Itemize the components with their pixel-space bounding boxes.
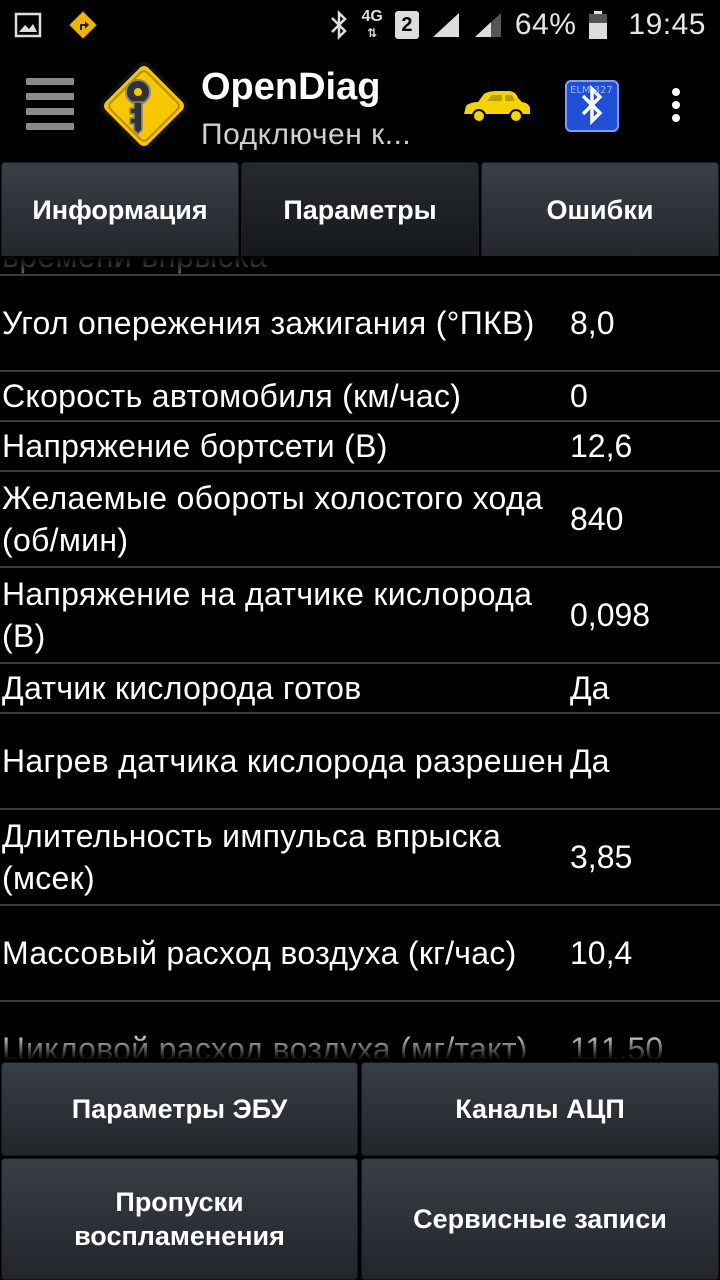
connection-status: Подключен к... [201,118,412,151]
battery-percent: 64% [514,8,577,41]
parameter-label: Напряжение бортсети (В) [2,428,388,464]
app-title: OpenDiag [201,66,381,108]
parameter-value: 840 [570,501,624,537]
parameter-value: 0 [570,378,588,414]
sim-number-label: 2 [401,13,413,36]
parameter-label: Угол опережения зажигания (°ПКВ) [2,305,535,341]
tab-label: Информация [32,194,208,225]
list-item[interactable]: Длительность импульса впрыска (мсек) 3,8… [0,810,720,906]
parameter-value: 8,0 [570,305,615,341]
tab-label: Параметры [283,194,437,225]
bluetooth-elm327-icon[interactable]: ELM 327 [565,80,619,132]
list-item[interactable]: Датчик кислорода готов Да [0,664,720,714]
tab-info[interactable]: Информация [1,162,239,258]
ecu-parameters-button[interactable]: Параметры ЭБУ [1,1062,358,1156]
parameter-value: 111,50 [570,1031,664,1060]
list-item[interactable]: Напряжение бортсети (В) 12,6 [0,422,720,472]
parameter-label: Напряжение на датчике кислорода (В) [2,576,533,654]
bluetooth-icon [328,10,350,40]
parameter-label: Длительность импульса впрыска (мсек) [2,818,502,896]
action-bar: OpenDiag Подключен к... ELM 327 [0,50,720,160]
tab-parameters[interactable]: Параметры [241,162,479,258]
button-label: Сервисные записи [413,1204,667,1234]
button-label: Пропуски воспламенения [74,1187,285,1251]
navigation-icon [68,10,98,40]
4g-icon: 4G ⇅ [361,8,383,41]
parameter-label: Цикловой расход воздуха (мг/такт) [2,1031,528,1060]
elm-badge-text: ELM 327 [570,85,613,96]
tab-bar: Информация Параметры Ошибки [0,160,720,260]
list-item[interactable]: Скорость автомобиля (км/час) 0 [0,372,720,422]
parameter-label: Датчик кислорода готов [2,670,362,706]
list-item[interactable]: Массовый расход воздуха (кг/час) 10,4 [0,906,720,1002]
tab-errors[interactable]: Ошибки [481,162,719,258]
tab-label: Ошибки [546,194,654,225]
car-icon[interactable] [462,88,532,124]
parameter-value: Да [570,670,610,706]
gallery-icon [14,12,42,38]
clock: 19:45 [628,8,706,41]
signal-icon [473,11,503,39]
parameter-value: Да [570,743,610,779]
list-item[interactable]: Желаемые обороты холостого хода (об/мин)… [0,472,720,568]
parameter-value: 3,85 [570,839,633,875]
signal-icon [431,11,461,39]
parameter-value: 0,098 [570,597,651,633]
bottom-button-panel: Параметры ЭБУ Каналы АЦП Пропуски воспла… [0,1060,720,1280]
parameter-value: 12,6 [570,428,633,464]
button-label: Каналы АЦП [455,1094,625,1124]
misfires-button[interactable]: Пропуски воспламенения [1,1158,358,1280]
sim-2-icon: 2 [394,11,419,39]
parameter-label: Массовый расход воздуха (кг/час) [2,935,517,971]
parameter-label: времени впрыска [2,256,267,274]
battery-icon [588,10,608,40]
network-type-label: 4G [361,8,383,25]
list-item[interactable]: Угол опережения зажигания (°ПКВ) 8,0 [0,276,720,372]
parameter-label: Желаемые обороты холостого хода (об/мин) [2,480,544,558]
list-item[interactable]: Нагрев датчика кислорода разрешен Да [0,714,720,810]
parameter-label: Скорость автомобиля (км/час) [2,378,462,414]
parameter-list[interactable]: времени впрыска Угол опережения зажигани… [0,256,720,1060]
parameter-value: 10,4 [570,935,633,971]
status-bar: 4G ⇅ 2 64% 19:45 [0,0,720,50]
adc-channels-button[interactable]: Каналы АЦП [361,1062,719,1156]
list-item[interactable]: Напряжение на датчике кислорода (В) 0,09… [0,568,720,664]
menu-icon[interactable] [26,78,74,130]
parameter-label: Нагрев датчика кислорода разрешен [2,743,564,779]
opendiag-key-logo-icon[interactable] [94,56,194,156]
button-label: Параметры ЭБУ [71,1094,288,1124]
service-records-button[interactable]: Сервисные записи [361,1158,719,1280]
list-item[interactable]: Цикловой расход воздуха (мг/такт) 111,50 [0,1002,720,1060]
overflow-menu-icon[interactable] [668,88,684,128]
list-item[interactable]: времени впрыска [0,256,720,276]
